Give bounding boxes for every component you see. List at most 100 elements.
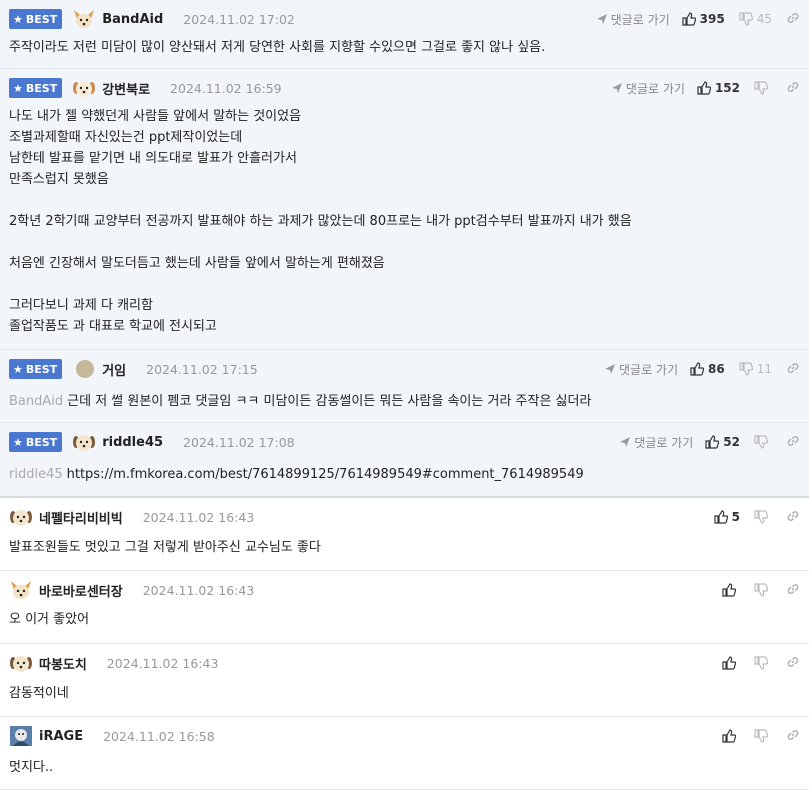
author-nickname[interactable]: 바로바로센터장 xyxy=(39,581,123,600)
comment-header: iRAGE 2024.11.02 16:58 xyxy=(9,725,215,747)
downvote-button[interactable] xyxy=(754,81,772,95)
comment-date: 2024.11.02 16:43 xyxy=(142,582,255,598)
comment-item: 따봉도치 2024.11.02 16:43 감동적이네 xyxy=(0,644,809,717)
comment-date: 2024.11.02 16:59 xyxy=(170,80,282,96)
comment-date: 2024.11.02 17:08 xyxy=(183,434,295,450)
upvote-button[interactable]: 52 xyxy=(705,435,740,449)
author-nickname[interactable]: 거임 xyxy=(102,360,126,379)
comment-actions: 댓글로 가기 152 xyxy=(611,77,800,99)
downvote-button[interactable]: 11 xyxy=(739,362,772,376)
thumbs-up-icon xyxy=(697,81,711,95)
go-to-reply-link[interactable]: 댓글로 가기 xyxy=(604,361,678,378)
upvote-button[interactable]: 395 xyxy=(682,12,725,26)
best-badge: ★ BEST xyxy=(9,78,63,98)
author-nickname[interactable]: riddle45 xyxy=(102,435,163,450)
upvote-count: 395 xyxy=(699,12,725,26)
author-nickname[interactable]: 따봉도치 xyxy=(39,654,87,673)
best-badge: ★ BEST xyxy=(9,432,63,452)
comment-text: 멋지다.. xyxy=(9,760,54,775)
comment-date: 2024.11.02 16:58 xyxy=(103,728,215,744)
thumbs-down-icon xyxy=(754,510,768,524)
thumbs-down-icon xyxy=(754,435,768,449)
author-nickname[interactable]: 강변북로 xyxy=(102,79,150,98)
thumbs-down-icon xyxy=(754,583,768,597)
comment-link[interactable]: https://m.fmkorea.com/best/7614899125/76… xyxy=(67,467,584,482)
comment-text: 오 이거 좋았어 xyxy=(9,612,90,627)
upvote-button[interactable] xyxy=(722,583,740,597)
parent-author-ref[interactable]: riddle45 xyxy=(9,467,63,482)
thumbs-up-icon xyxy=(714,510,728,524)
parent-author-ref[interactable]: BandAid xyxy=(9,394,63,409)
upvote-button[interactable] xyxy=(722,656,740,670)
link-icon[interactable] xyxy=(786,728,800,745)
puppy-avatar-icon[interactable] xyxy=(72,77,96,99)
comment-actions xyxy=(722,652,800,674)
author-nickname[interactable]: 네펠타리비비빅 xyxy=(39,508,123,527)
downvote-button[interactable] xyxy=(754,510,772,524)
comment-header: 따봉도치 2024.11.02 16:43 xyxy=(9,652,218,674)
send-arrow-icon xyxy=(596,14,607,24)
upvote-button[interactable]: 152 xyxy=(697,81,740,95)
comment-text: 나도 내가 젤 약했던게 사람들 앞에서 말하는 것이었음 조별과제할때 자신있… xyxy=(9,109,632,334)
downvote-button[interactable] xyxy=(754,435,772,449)
fox-avatar-icon[interactable] xyxy=(72,8,96,30)
upvote-count: 86 xyxy=(708,362,725,376)
upvote-button[interactable] xyxy=(722,729,740,743)
comment-item: ★ BEST BandAid 2024.11.02 17:02 댓글로 가기 39… xyxy=(0,0,809,69)
comment-text: 발표조원들도 멋있고 그걸 저렇게 받아주신 교수님도 좋다 xyxy=(9,540,321,555)
link-icon[interactable] xyxy=(786,509,800,526)
comment-date: 2024.11.02 17:02 xyxy=(183,11,295,27)
character-avatar-icon[interactable] xyxy=(9,725,33,747)
thumbs-up-icon xyxy=(690,362,705,376)
downvote-button[interactable] xyxy=(754,729,772,743)
comment-actions: 댓글로 가기 86 11 xyxy=(604,358,800,380)
puppy-avatar-icon[interactable] xyxy=(9,652,33,674)
comment-text: riddle45 https://m.fmkorea.com/best/76148… xyxy=(9,464,584,485)
comment-actions: 댓글로 가기 52 xyxy=(619,431,800,453)
go-to-reply-link[interactable]: 댓글로 가기 xyxy=(619,434,693,451)
puppy-avatar-icon[interactable] xyxy=(9,506,33,528)
thumbs-up-icon xyxy=(682,12,696,26)
send-arrow-icon xyxy=(611,83,622,93)
comment-text: BandAid 근데 저 썰 원본이 펨코 댓글임 ㅋㅋ 미담이든 감동썰이든 뭐… xyxy=(9,394,592,409)
comment-date: 2024.11.02 16:43 xyxy=(106,655,219,671)
link-icon[interactable] xyxy=(786,11,800,28)
author-nickname[interactable]: iRAGE xyxy=(39,729,83,744)
upvote-count: 152 xyxy=(714,81,740,95)
downvote-count: 45 xyxy=(756,12,772,26)
thumbs-down-icon xyxy=(754,656,768,670)
fox-avatar-icon[interactable] xyxy=(9,579,33,601)
downvote-button[interactable] xyxy=(754,656,772,670)
thumbs-up-icon xyxy=(705,435,720,449)
thumbs-up-icon xyxy=(722,656,736,670)
go-to-reply-link[interactable]: 댓글로 가기 xyxy=(611,80,685,97)
go-to-reply-link[interactable]: 댓글로 가기 xyxy=(596,11,670,28)
comment-text: 주작이라도 저런 미담이 많이 양산돼서 저게 당연한 사회를 지향할 수있으면… xyxy=(9,40,546,55)
comment-actions: 댓글로 가기 395 45 xyxy=(596,8,800,30)
link-icon[interactable] xyxy=(786,80,800,97)
comment-item: iRAGE 2024.11.02 16:58 멋지다.. xyxy=(0,717,809,790)
comment-actions: 5 xyxy=(714,506,800,528)
star-icon: ★ xyxy=(13,12,23,26)
comment-item: ★ BEST 거임 2024.11.02 17:15 댓글로 가기 86 11 B… xyxy=(0,350,809,423)
comment-header: 바로바로센터장 2024.11.02 16:43 xyxy=(9,579,254,601)
downvote-button[interactable]: 45 xyxy=(739,12,772,26)
upvote-button[interactable]: 86 xyxy=(690,362,725,376)
link-icon[interactable] xyxy=(786,361,800,378)
upvote-count: 52 xyxy=(723,435,740,449)
link-icon[interactable] xyxy=(786,582,800,599)
downvote-button[interactable] xyxy=(754,583,772,597)
puppy-avatar-icon[interactable] xyxy=(72,431,96,453)
thumbs-down-icon xyxy=(754,729,768,743)
default-avatar-icon[interactable] xyxy=(76,360,95,378)
upvote-button[interactable]: 5 xyxy=(714,510,740,524)
thumbs-down-icon xyxy=(739,362,753,376)
comment-header: ★ BEST BandAid 2024.11.02 17:02 xyxy=(9,8,295,30)
star-icon: ★ xyxy=(13,362,23,376)
comment-item: 네펠타리비비빅 2024.11.02 16:43 5 발표조원들도 멋있고 그걸… xyxy=(0,498,809,571)
author-nickname[interactable]: BandAid xyxy=(102,12,163,27)
star-icon: ★ xyxy=(13,435,23,449)
link-icon[interactable] xyxy=(786,434,800,451)
link-icon[interactable] xyxy=(786,655,800,672)
comment-header: ★ BEST 거임 2024.11.02 17:15 xyxy=(9,358,258,380)
